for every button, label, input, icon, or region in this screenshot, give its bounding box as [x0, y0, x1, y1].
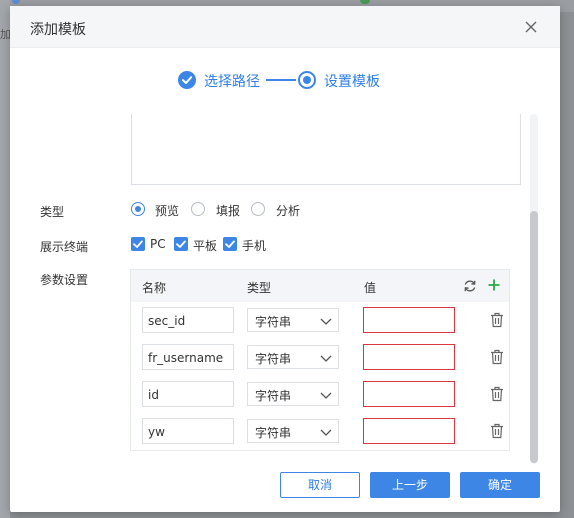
confirm-button[interactable]: 确定	[460, 472, 540, 498]
delete-param-button[interactable]	[490, 386, 504, 402]
background-sidebar	[0, 0, 10, 518]
close-icon	[525, 21, 537, 33]
check-icon	[182, 76, 193, 84]
cancel-button[interactable]: 取消	[280, 472, 360, 498]
radio-label: 分析	[276, 204, 301, 218]
check-icon	[176, 240, 186, 248]
checkbox-label: 平板	[193, 239, 218, 253]
param-type-value: 字符串	[255, 426, 292, 440]
step-done-icon	[178, 71, 196, 89]
chevron-down-icon	[320, 429, 332, 436]
param-type-select[interactable]: 字符串	[247, 308, 339, 332]
trash-icon	[491, 312, 503, 328]
description-textarea[interactable]	[131, 114, 521, 185]
previous-step-button[interactable]: 上一步	[370, 472, 450, 498]
column-header-name: 名称	[142, 281, 167, 295]
chevron-down-icon	[320, 392, 332, 399]
trash-icon	[491, 386, 503, 402]
checkbox-pc[interactable]	[131, 237, 145, 251]
refresh-icon	[464, 280, 476, 292]
step-label: 选择路径	[204, 74, 260, 90]
param-type-value: 字符串	[255, 315, 292, 329]
param-name-input[interactable]: id	[142, 381, 234, 407]
param-name-input[interactable]: yw	[142, 418, 234, 444]
close-button[interactable]	[522, 18, 540, 36]
trash-icon	[491, 349, 503, 365]
param-name-input[interactable]: fr_username	[142, 344, 234, 370]
trash-icon	[491, 423, 503, 439]
chevron-down-icon	[320, 355, 332, 362]
add-param-button[interactable]	[487, 278, 501, 292]
dialog-header: 添加模板	[10, 6, 560, 48]
param-type-select[interactable]: 字符串	[247, 345, 339, 369]
background-text: 加	[0, 28, 10, 41]
param-type-value: 字符串	[255, 352, 292, 366]
checkbox-phone[interactable]	[223, 237, 237, 251]
delete-param-button[interactable]	[490, 423, 504, 439]
radio-fill[interactable]	[191, 202, 205, 216]
scrollbar-thumb[interactable]	[530, 211, 538, 463]
checkbox-label: 手机	[242, 239, 267, 253]
step-indicator: 选择路径 设置模板	[10, 68, 560, 92]
step-label: 设置模板	[324, 74, 380, 90]
chevron-down-icon	[320, 318, 332, 325]
param-value-input[interactable]	[363, 418, 455, 444]
param-type-select[interactable]: 字符串	[247, 419, 339, 443]
step-active-icon	[298, 71, 316, 89]
radio-label: 填报	[216, 204, 241, 218]
table-header: 名称 类型 值	[131, 270, 509, 302]
add-template-dialog: 添加模板 选择路径 设置模板 类型 预览 填报 分析 展示终端 PC 平板 手机…	[10, 6, 560, 512]
delete-param-button[interactable]	[490, 312, 504, 328]
check-icon	[225, 240, 235, 248]
radio-analysis[interactable]	[251, 202, 265, 216]
radio-label: 预览	[155, 204, 180, 218]
param-type-select[interactable]: 字符串	[247, 382, 339, 406]
column-header-value: 值	[364, 281, 377, 295]
params-table: 名称 类型 值 sec_id 字符串 fr_username 字符串 id 字符…	[130, 269, 510, 451]
step-connector	[266, 79, 296, 81]
delete-param-button[interactable]	[490, 349, 504, 365]
terminal-label: 展示终端	[40, 240, 89, 254]
param-name-input[interactable]: sec_id	[142, 307, 234, 333]
params-label: 参数设置	[40, 273, 89, 287]
param-type-value: 字符串	[255, 389, 292, 403]
param-value-input[interactable]	[363, 344, 455, 370]
radio-preview[interactable]	[131, 202, 145, 216]
check-icon	[133, 240, 143, 248]
type-label: 类型	[40, 205, 65, 219]
param-value-input[interactable]	[363, 381, 455, 407]
param-value-input[interactable]	[363, 307, 455, 333]
checkbox-label: PC	[150, 237, 166, 251]
dialog-title: 添加模板	[30, 22, 86, 38]
column-header-type: 类型	[247, 281, 272, 295]
checkbox-tablet[interactable]	[174, 237, 188, 251]
refresh-button[interactable]	[463, 279, 477, 293]
plus-icon	[488, 279, 500, 291]
